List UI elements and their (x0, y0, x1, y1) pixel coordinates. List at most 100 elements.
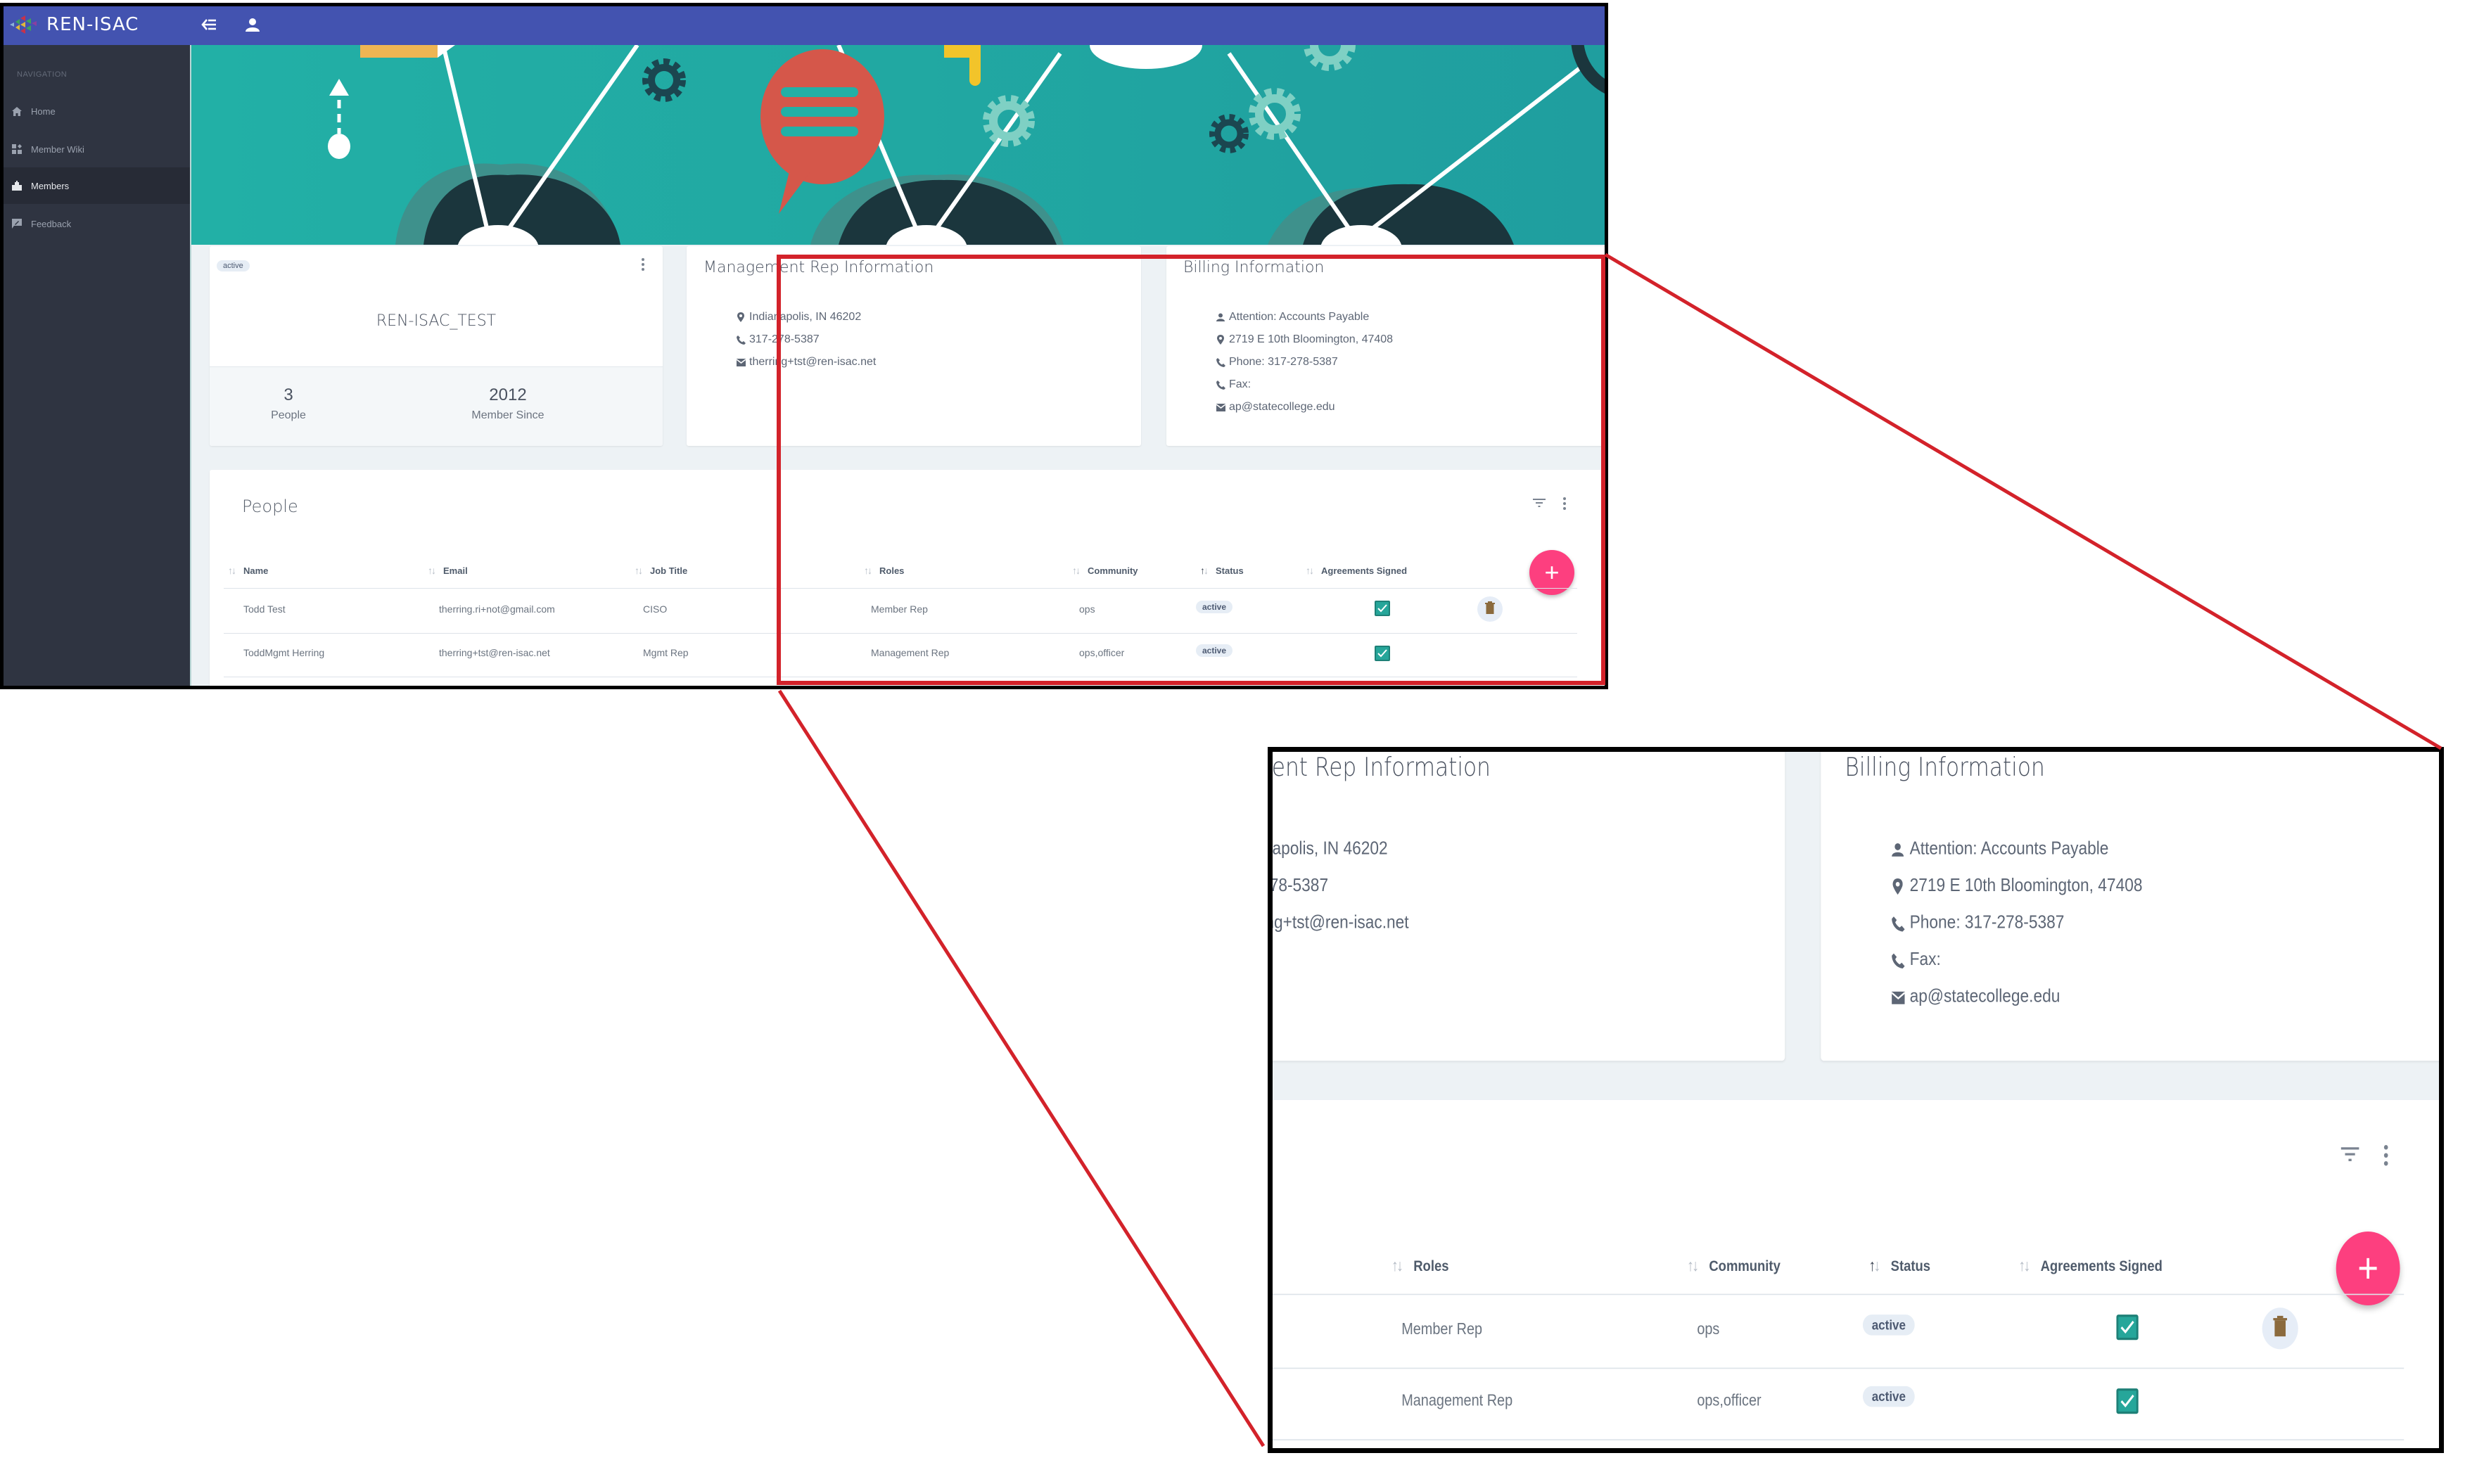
billing-phone: Phone: 317-278-5387 (1216, 356, 1338, 369)
home-icon (11, 105, 23, 117)
filter-icon[interactable] (2340, 1146, 2362, 1170)
billing-address: 2719 E 10th Bloomington, 47408 (1891, 876, 2142, 897)
cell-community: ops,officer (1079, 647, 1125, 658)
billing-card: Billing Information Attention: Accounts … (1821, 747, 2444, 1061)
member-since-label: Member Since (471, 409, 544, 421)
people-count-label: People (271, 409, 306, 421)
billing-email[interactable]: ap@statecollege.edu (1891, 987, 2060, 1008)
main-content: active REN-ISAC_TEST 3 People 2012 Membe… (1268, 747, 2444, 1453)
billing-email[interactable]: ap@statecollege.edu (1216, 401, 1335, 414)
status-badge: active (1196, 601, 1233, 613)
connector-line-bottom (777, 689, 1266, 1447)
person-icon (1216, 312, 1225, 322)
column-header-community[interactable]: ↑↓ Community (1687, 1255, 1781, 1274)
cell-email: therring.ri+not@gmail.com (439, 603, 555, 615)
fax-icon (1216, 380, 1225, 390)
filter-icon[interactable] (1532, 498, 1548, 512)
menu-collapse-icon[interactable] (197, 13, 221, 37)
column-header-status[interactable]: ↑↓ Status (1200, 565, 1244, 576)
sort-icon: ↑↓ (1391, 1255, 1403, 1274)
sort-icon: ↑↓ (864, 565, 872, 576)
divider (1268, 1293, 2405, 1296)
phone-icon (1216, 357, 1225, 367)
main-content: active REN-ISAC_TEST 3 People 2012 Membe… (190, 45, 1605, 686)
sidebar-item-members[interactable]: Members (1, 167, 190, 204)
people-title: People (242, 497, 298, 516)
cell-job-title: CISO (643, 603, 668, 615)
map-marker-icon (736, 312, 746, 322)
sidebar-item-feedback[interactable]: Feedback (1, 205, 190, 242)
sort-icon: ↑↓ (1072, 565, 1081, 576)
agreements-checkbox[interactable] (1375, 646, 1390, 661)
building-icon (11, 180, 23, 191)
member-since-year: 2012 (489, 385, 527, 404)
billing-phone: Phone: 317-278-5387 (1891, 913, 2064, 934)
cell-name: Todd Test (243, 603, 286, 615)
column-header-status[interactable]: ↑↓ Status (1868, 1255, 1930, 1274)
member-page: REN-ISAC NAVIGATION Home Member Wiki Mem… (1268, 747, 2444, 1453)
column-header-roles[interactable]: ↑↓ Roles (1391, 1255, 1448, 1274)
map-marker-icon (1216, 335, 1225, 345)
cell-email: therring+tst@ren-isac.net (439, 647, 550, 658)
delete-button[interactable] (1477, 596, 1503, 622)
profile-menu-button[interactable] (636, 256, 650, 273)
agreements-checkbox[interactable] (1375, 601, 1390, 616)
status-badge: active (1862, 1386, 1915, 1407)
table-menu-button[interactable] (2376, 1141, 2395, 1169)
column-header-roles[interactable]: ↑↓ Roles (864, 565, 904, 576)
brand-name: REN-ISAC (46, 14, 139, 35)
management-rep-email[interactable]: therring+tst@ren-isac.net (1268, 913, 1409, 934)
column-header-email[interactable]: ↑↓ Email (428, 565, 468, 576)
email-icon (1216, 402, 1225, 412)
column-header-name[interactable]: ↑↓ Name (228, 565, 268, 576)
sort-icon: ↑↓ (428, 565, 436, 576)
user-icon[interactable] (241, 13, 265, 37)
map-marker-icon (1891, 878, 1905, 895)
agreements-checkbox[interactable] (2116, 1315, 2139, 1341)
banner-artwork-icon (328, 45, 1605, 245)
sidebar: NAVIGATION Home Member Wiki Members Feed… (1, 45, 190, 686)
sidebar-item-label: Feedback (31, 218, 72, 229)
connector-line-top (1604, 252, 2442, 750)
people-count: 3 (284, 385, 293, 404)
trash-icon (1485, 601, 1495, 618)
column-header-agreements-signed[interactable]: ↑↓ Agreements Signed (2018, 1255, 2163, 1274)
status-badge: active (217, 260, 250, 271)
management-rep-email[interactable]: therring+tst@ren-isac.net (736, 356, 876, 369)
billing-title: Billing Information (1845, 753, 2045, 783)
cell-job-title: Mgmt Rep (643, 647, 689, 658)
sidebar-item-home[interactable]: Home (1, 93, 190, 129)
sort-icon: ↑↓ (1200, 565, 1209, 576)
management-rep-phone: 317-278-5387 (1268, 876, 1328, 897)
top-bar: REN-ISAC (1, 4, 1605, 45)
column-header-agreements-signed[interactable]: ↑↓ Agreements Signed (1306, 565, 1407, 576)
billing-card: Billing Information Attention: Accounts … (1166, 246, 1605, 446)
sort-icon: ↑↓ (228, 565, 236, 576)
delete-button[interactable] (2262, 1307, 2298, 1350)
divider (1268, 1439, 2405, 1440)
status-badge: active (1862, 1315, 1915, 1336)
sidebar-item-label: Member Wiki (31, 143, 84, 155)
management-rep-location: Indianapolis, IN 46202 (1268, 839, 1388, 860)
column-header-job-title[interactable]: ↑↓ Job Title (635, 565, 687, 576)
people-card: People ↑↓Name ↑↓Email ↑↓Job Title ↑↓Role… (210, 470, 1605, 686)
sort-icon: ↑↓ (1868, 1255, 1880, 1274)
billing-fax: Fax: (1891, 950, 1941, 971)
people-card: People ↑↓Name ↑↓Email ↑↓Job Title ↑↓Role… (1268, 1100, 2444, 1453)
nav-section-label: NAVIGATION (17, 70, 68, 79)
agreements-checkbox[interactable] (2116, 1388, 2139, 1414)
phone-icon (1891, 916, 1905, 932)
member-page: REN-ISAC NAVIGATION Home Member Wiki Mem… (1, 4, 1605, 686)
phone-icon (736, 335, 746, 345)
widgets-icon (11, 143, 23, 155)
sidebar-item-member-wiki[interactable]: Member Wiki (1, 131, 190, 167)
trash-icon (2273, 1315, 2288, 1342)
cell-name: ToddMgmt Herring (243, 647, 325, 658)
billing-title: Billing Information (1183, 259, 1325, 276)
management-rep-phone: 317-278-5387 (736, 333, 820, 346)
feedback-icon (11, 218, 23, 229)
table-menu-button[interactable] (1558, 495, 1572, 512)
sort-icon: ↑↓ (2018, 1255, 2030, 1274)
person-icon (1891, 842, 1905, 858)
column-header-community[interactable]: ↑↓ Community (1072, 565, 1138, 576)
